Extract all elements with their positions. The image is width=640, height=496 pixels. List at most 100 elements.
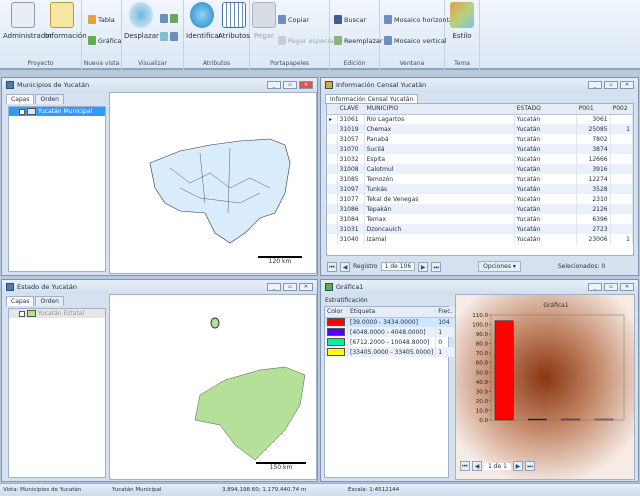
cell[interactable] xyxy=(610,184,633,194)
cell[interactable]: Panabá xyxy=(364,134,515,144)
layer-item[interactable]: Yucatán Municipal xyxy=(9,107,105,116)
cell[interactable]: Yucatán xyxy=(514,144,577,154)
checkbox[interactable] xyxy=(19,310,25,317)
cell[interactable] xyxy=(610,214,633,224)
title-bar[interactable]: Municipios de Yucatán _ ▫ ✕ xyxy=(2,78,317,92)
cell[interactable]: Yucatán xyxy=(514,224,577,234)
cell[interactable]: 31008 xyxy=(337,164,365,174)
cell[interactable]: Temax xyxy=(364,214,515,224)
cell[interactable]: 31031 xyxy=(337,224,365,234)
minimize-button[interactable]: _ xyxy=(267,81,281,89)
strata-row[interactable]: [6712.2000 - 10048.8000] 0 xyxy=(325,337,456,347)
tab-orden[interactable]: Orden xyxy=(35,296,64,306)
cell[interactable]: 2310 xyxy=(576,194,611,204)
cell[interactable]: 31077 xyxy=(337,194,365,204)
cell[interactable]: Tunkás xyxy=(364,184,515,194)
table-row[interactable]: 31008 Calotmul Yucatán 3916 xyxy=(327,164,633,174)
cell[interactable]: Yucatán xyxy=(514,134,577,144)
color-swatch[interactable] xyxy=(325,337,348,347)
row-indicator[interactable]: ▸ xyxy=(327,114,338,124)
administrador-button[interactable]: Administrador xyxy=(3,2,52,40)
close-button[interactable]: ✕ xyxy=(620,81,634,89)
cell[interactable] xyxy=(610,204,633,214)
cell[interactable]: Yucatán xyxy=(514,124,577,134)
col-municipio[interactable]: MUNICIPIO xyxy=(364,104,515,115)
table-row[interactable]: 31040 Izamal Yucatán 23006 1 xyxy=(327,234,633,244)
cell[interactable] xyxy=(610,154,633,164)
cell[interactable]: 3528 xyxy=(576,184,611,194)
estilo-button[interactable]: Estilo xyxy=(448,2,476,40)
table-row[interactable]: 31077 Tekal de Venegas Yucatán 2310 xyxy=(327,194,633,204)
cell[interactable]: Yucatán xyxy=(514,164,577,174)
minimize-button[interactable]: _ xyxy=(588,81,602,89)
cell[interactable]: Espita xyxy=(364,154,515,164)
row-indicator[interactable] xyxy=(327,174,338,184)
tab-orden[interactable]: Orden xyxy=(35,94,64,104)
tab-capas[interactable]: Capas xyxy=(6,94,35,104)
cell[interactable] xyxy=(610,164,633,174)
title-bar[interactable]: Gráfica1 _ ▫ ✕ xyxy=(321,280,638,294)
row-indicator[interactable] xyxy=(327,164,338,174)
cell[interactable]: Yucatán xyxy=(514,194,577,204)
cell[interactable]: 31057 xyxy=(337,134,365,144)
cell[interactable]: 1 xyxy=(610,234,633,244)
cell[interactable]: Chemax xyxy=(364,124,515,134)
table-row[interactable]: 31057 Panabá Yucatán 7802 xyxy=(327,134,633,144)
buscar-button[interactable]: Buscar xyxy=(334,15,366,24)
tab-capas[interactable]: Capas xyxy=(6,296,35,306)
cell[interactable]: Yucatán xyxy=(514,234,577,244)
close-button[interactable]: ✕ xyxy=(299,81,313,89)
color-swatch[interactable] xyxy=(325,317,348,327)
cell[interactable]: Tekal de Venegas xyxy=(364,194,515,204)
cell[interactable]: 12274 xyxy=(576,174,611,184)
atributos-button[interactable]: Atributos xyxy=(218,2,250,40)
cell[interactable] xyxy=(610,134,633,144)
cell[interactable]: 31097 xyxy=(337,184,365,194)
close-button[interactable]: ✕ xyxy=(299,283,313,291)
cell[interactable]: 7802 xyxy=(576,134,611,144)
checkbox[interactable] xyxy=(19,108,25,115)
cell[interactable]: 6396 xyxy=(576,214,611,224)
desplazar-button[interactable]: Desplazar xyxy=(124,2,159,40)
copiar-button[interactable]: Copiar xyxy=(278,15,309,24)
cell[interactable]: 23006 xyxy=(576,234,611,244)
last-record-button[interactable]: ⏭ xyxy=(431,261,442,272)
cell[interactable] xyxy=(610,194,633,204)
first-record-button[interactable]: ⏮ xyxy=(327,261,337,272)
title-bar[interactable]: Información Censal Yucatán _ ▫ ✕ xyxy=(321,78,638,92)
cell[interactable]: Yucatán xyxy=(514,154,577,164)
cell[interactable]: Yucatán xyxy=(514,184,577,194)
table-row[interactable]: ▸ 31061 Río Lagartos Yucatán 3061 xyxy=(327,114,633,124)
pegar-especial-button[interactable]: Pegar especial xyxy=(278,36,335,45)
cell[interactable]: 3874 xyxy=(576,144,611,154)
title-bar[interactable]: Estado de Yucatán _ ▫ ✕ xyxy=(2,280,317,294)
col-p002[interactable]: P002 xyxy=(610,104,633,115)
grafica-button[interactable]: Gráfica xyxy=(88,36,121,45)
cell[interactable] xyxy=(610,224,633,234)
cell[interactable]: 25085 xyxy=(576,124,611,134)
col-clave[interactable]: CLAVE xyxy=(337,104,365,115)
cell[interactable]: 2126 xyxy=(576,204,611,214)
reemplazar-button[interactable]: Reemplazar xyxy=(334,36,383,45)
maximize-button[interactable]: ▫ xyxy=(604,81,618,89)
row-indicator[interactable] xyxy=(327,134,338,144)
row-indicator[interactable] xyxy=(327,204,338,214)
cell[interactable]: Izamal xyxy=(364,234,515,244)
cell[interactable]: Río Lagartos xyxy=(364,114,515,124)
tabla-button[interactable]: Tabla xyxy=(88,15,115,24)
last-page-button[interactable]: ⏭ xyxy=(524,461,535,471)
table-row[interactable]: 31085 Temozón Yucatán 12274 xyxy=(327,174,633,184)
opciones-dropdown[interactable]: Opciones ▾ xyxy=(478,261,521,272)
row-indicator[interactable] xyxy=(327,124,338,134)
informacion-button[interactable]: Información xyxy=(45,2,87,40)
strata-row[interactable]: [33405.0000 - 33405.0000] 1 xyxy=(325,347,456,357)
table-row[interactable]: 31097 Tunkás Yucatán 3528 xyxy=(327,184,633,194)
cell[interactable] xyxy=(610,174,633,184)
cell[interactable]: Yucatán xyxy=(514,214,577,224)
maximize-button[interactable]: ▫ xyxy=(283,283,297,291)
cell[interactable]: 31085 xyxy=(337,174,365,184)
mosaico-vertical-button[interactable]: Mosaico vertical xyxy=(384,36,447,45)
cell[interactable]: 31086 xyxy=(337,204,365,214)
strata-row[interactable]: [4048.0000 - 4048.0000] 1 xyxy=(325,327,456,337)
identificar-button[interactable]: Identificar xyxy=(186,2,221,40)
